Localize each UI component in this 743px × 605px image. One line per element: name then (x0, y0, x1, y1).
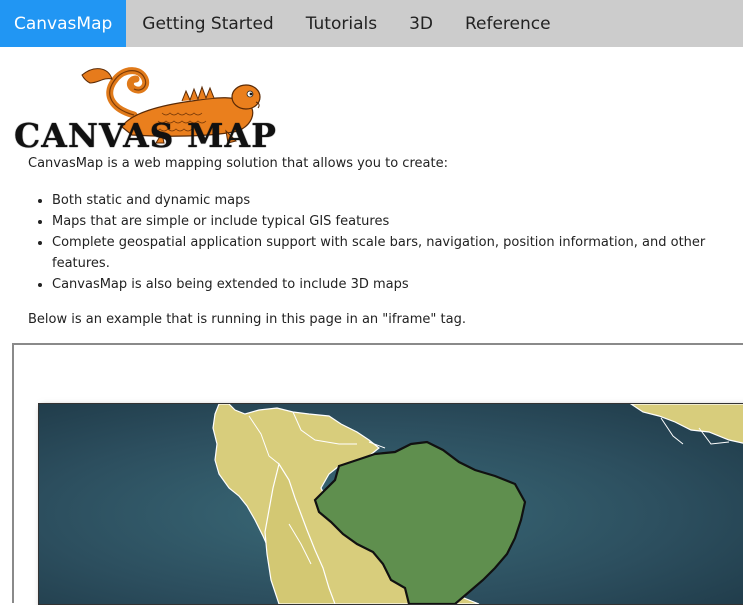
list-item: Maps that are simple or include typical … (52, 211, 743, 232)
nav-item-tutorials[interactable]: Tutorials (290, 0, 393, 47)
features-list: Both static and dynamic maps Maps that a… (28, 190, 743, 295)
nav-item-getting-started[interactable]: Getting Started (126, 0, 289, 47)
map-canvas[interactable] (38, 403, 743, 605)
list-item: Both static and dynamic maps (52, 190, 743, 211)
nav-item-canvasmap[interactable]: CanvasMap (0, 0, 127, 47)
top-nav: CanvasMap Getting Started Tutorials 3D R… (0, 0, 743, 47)
list-item: CanvasMap is also being extended to incl… (52, 274, 743, 295)
example-iframe[interactable] (12, 343, 743, 605)
outro-text: Below is an example that is running in t… (28, 312, 466, 327)
intro-text: CanvasMap is a web mapping solution that… (28, 156, 448, 171)
logo-wordmark: CANVAS MAP (14, 116, 277, 155)
south-america-map (39, 404, 743, 604)
list-item: Complete geospatial application support … (52, 232, 743, 274)
nav-item-3d[interactable]: 3D (393, 0, 449, 47)
nav-item-reference[interactable]: Reference (449, 0, 567, 47)
canvasmap-logo: CANVAS MAP (12, 57, 302, 153)
